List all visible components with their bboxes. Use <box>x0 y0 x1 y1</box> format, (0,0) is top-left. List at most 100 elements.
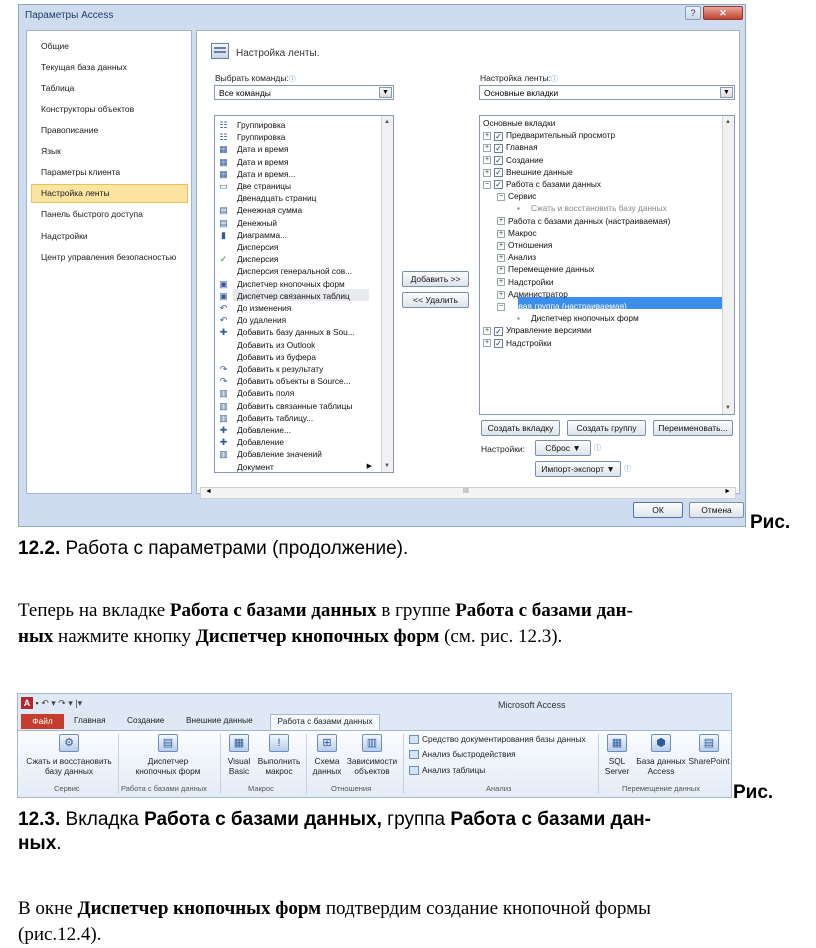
object-dependencies-button[interactable]: ▥ Зависимости объектов <box>344 734 400 776</box>
nav-item-language[interactable]: Язык <box>41 146 61 156</box>
expand-icon[interactable]: + <box>483 132 491 140</box>
expand-icon[interactable]: + <box>497 278 505 287</box>
nav-item-general[interactable]: Общие <box>41 41 69 51</box>
visual-basic-button[interactable]: ▦ Visual Basic <box>224 734 254 776</box>
tab-file[interactable]: Файл <box>21 714 64 729</box>
command-item[interactable]: ▦ Дата и время <box>218 156 380 168</box>
command-item[interactable]: ✚ Добавить базу данных в Sou... <box>218 326 380 338</box>
command-item[interactable]: Добавить из Outlook <box>218 339 380 351</box>
nav-item-trust-center[interactable]: Центр управления безопасностью <box>41 252 176 262</box>
nav-item-quick-access[interactable]: Панель быстрого доступа <box>41 209 143 219</box>
collapse-icon[interactable]: − <box>483 180 491 189</box>
command-item[interactable]: ▥ Добавить связанные таблицы <box>218 400 380 412</box>
tree-item[interactable]: − Сервис <box>497 190 536 202</box>
database-documenter-button[interactable]: Средство документирования базы данных <box>409 734 586 745</box>
command-item[interactable]: ✚ Добавление... <box>218 424 380 436</box>
cancel-button[interactable]: Отмена <box>689 502 744 518</box>
nav-item-proofing[interactable]: Правописание <box>41 125 98 135</box>
tree-item[interactable]: ▪ Диспетчер кнопочных форм <box>511 312 639 324</box>
tree-item[interactable]: + ✓ Внешние данные <box>483 166 573 178</box>
command-item[interactable]: ↷ Добавить к результату <box>218 363 380 375</box>
nav-item-table[interactable]: Таблица <box>41 83 74 93</box>
tree-item[interactable]: + Перемещение данных <box>497 263 594 275</box>
scroll-up-icon[interactable]: ▲ <box>384 119 390 125</box>
tree-item[interactable]: + ✓ Надстройки <box>483 337 552 349</box>
tab-checkbox[interactable]: ✓ <box>494 131 503 141</box>
collapse-icon[interactable]: − <box>497 302 505 311</box>
expand-icon[interactable]: + <box>497 290 505 299</box>
command-item[interactable]: Документ ▶ <box>218 461 380 472</box>
tree-item[interactable]: + ✓ Главная <box>483 141 538 153</box>
command-item[interactable]: Дисперсия <box>218 241 380 253</box>
command-item[interactable]: ☷ Группировка <box>218 119 380 131</box>
analyze-performance-button[interactable]: Анализ быстродействия <box>409 749 516 760</box>
tree-item[interactable]: + ✓ Создание <box>483 154 543 166</box>
expand-icon[interactable]: + <box>483 168 491 177</box>
commands-scrollbar[interactable]: ▲ ▼ <box>381 116 393 472</box>
nav-item-current-db[interactable]: Текущая база данных <box>41 62 127 72</box>
tree-item[interactable]: ▪ Сжать и восстановить базу данных <box>511 202 667 214</box>
command-item[interactable]: ▥ Добавить поля <box>218 387 380 399</box>
command-item[interactable]: ↶ До удаления <box>218 314 380 326</box>
scroll-thumb[interactable]: III <box>463 488 469 495</box>
expand-icon[interactable]: + <box>497 266 505 275</box>
nav-item-addins[interactable]: Надстройки <box>41 231 88 241</box>
command-item[interactable]: ▥ Добавить таблицу... <box>218 412 380 424</box>
command-item[interactable]: ↷ Добавить объекты в Source... <box>218 375 380 387</box>
new-tab-button[interactable]: Создать вкладку <box>481 420 560 436</box>
command-item[interactable]: ✓ Дисперсия <box>218 253 380 265</box>
command-item[interactable]: ↶ До изменения <box>218 302 380 314</box>
tree-item[interactable]: + Анализ <box>497 251 536 263</box>
expand-icon[interactable]: + <box>483 156 491 165</box>
command-item[interactable]: ▥ Добавление значений <box>218 448 380 460</box>
tab-home[interactable]: Главная <box>74 715 106 725</box>
nav-item-client[interactable]: Параметры клиента <box>41 167 120 177</box>
sharepoint-button[interactable]: ▤ SharePoint <box>687 734 731 766</box>
tab-database-tools[interactable]: Работа с базами данных <box>270 714 380 730</box>
tree-item[interactable]: − ✓ Работа с базами данных <box>483 178 601 190</box>
access-database-button[interactable]: ⬢ База данных Access <box>635 734 687 776</box>
collapse-icon[interactable]: − <box>497 193 505 201</box>
expand-icon[interactable]: + <box>483 327 491 336</box>
command-item[interactable]: ▮ Диаграмма... <box>218 229 380 241</box>
nav-item-designers[interactable]: Конструкторы объектов <box>41 104 134 114</box>
command-item[interactable]: ▦ Дата и время <box>218 143 380 155</box>
ribbon-tree[interactable]: Основные вкладки + ✓ Предварительный просмо… <box>479 115 735 415</box>
tree-item[interactable]: − Новая группа (настраиваемая) <box>497 300 627 312</box>
import-export-button[interactable]: Импорт-экспорт ▼ <box>535 461 621 477</box>
tree-item[interactable]: Основные вкладки <box>483 117 555 129</box>
expand-icon[interactable]: + <box>497 241 505 250</box>
scroll-left-icon[interactable]: ◄ <box>205 488 212 495</box>
expand-icon[interactable]: + <box>497 254 505 262</box>
expand-icon[interactable]: + <box>483 144 491 153</box>
tree-item[interactable]: + Отношения <box>497 239 552 251</box>
switchboard-manager-button[interactable]: ▤ Диспетчер кнопочных форм <box>128 734 208 776</box>
horizontal-scrollbar[interactable]: ◄ III ► <box>200 487 736 499</box>
command-item[interactable]: ▦ Дата и время... <box>218 168 380 180</box>
remove-button[interactable]: << Удалить <box>402 292 469 308</box>
command-item[interactable]: ▤ Денежная сумма <box>218 204 380 216</box>
add-button[interactable]: Добавить >> <box>402 271 469 287</box>
commands-list[interactable]: ☷ Группировка ☷ Группировка ▦ Дата и время ▦ Да… <box>214 115 394 473</box>
qat-buttons[interactable]: ▪ ↶ ▾ ↷ ▾ |▾ <box>36 698 83 708</box>
run-macro-button[interactable]: ! Выполнить макрос <box>256 734 302 776</box>
nav-item-customize-ribbon[interactable]: Настройка ленты <box>41 188 110 198</box>
expand-icon[interactable]: + <box>497 217 505 226</box>
close-button[interactable]: ✕ <box>703 6 743 20</box>
scroll-down-icon[interactable]: ▼ <box>384 463 390 469</box>
command-item[interactable]: ▣ Диспетчер кнопочных форм <box>218 278 380 290</box>
customize-ribbon-select[interactable]: Основные вкладки ▼ <box>479 85 735 100</box>
tree-item[interactable]: + Администратор <box>497 288 568 300</box>
expand-icon[interactable]: + <box>497 229 505 238</box>
scroll-right-icon[interactable]: ► <box>724 488 731 495</box>
command-item[interactable]: Добавить из буфера <box>218 351 380 363</box>
tab-checkbox[interactable]: ✓ <box>494 168 503 178</box>
tab-checkbox[interactable]: ✓ <box>494 155 503 165</box>
compact-repair-button[interactable]: ⚙ Сжать и восстановить базу данных <box>21 734 117 776</box>
tab-checkbox[interactable]: ✓ <box>494 143 503 153</box>
tree-item[interactable]: + ✓ Управление версиями <box>483 324 592 336</box>
help-button[interactable]: ? <box>685 6 701 20</box>
rename-button[interactable]: Переименовать... <box>653 420 733 436</box>
tab-checkbox[interactable]: ✓ <box>494 338 503 348</box>
tab-checkbox[interactable]: ✓ <box>494 326 503 336</box>
